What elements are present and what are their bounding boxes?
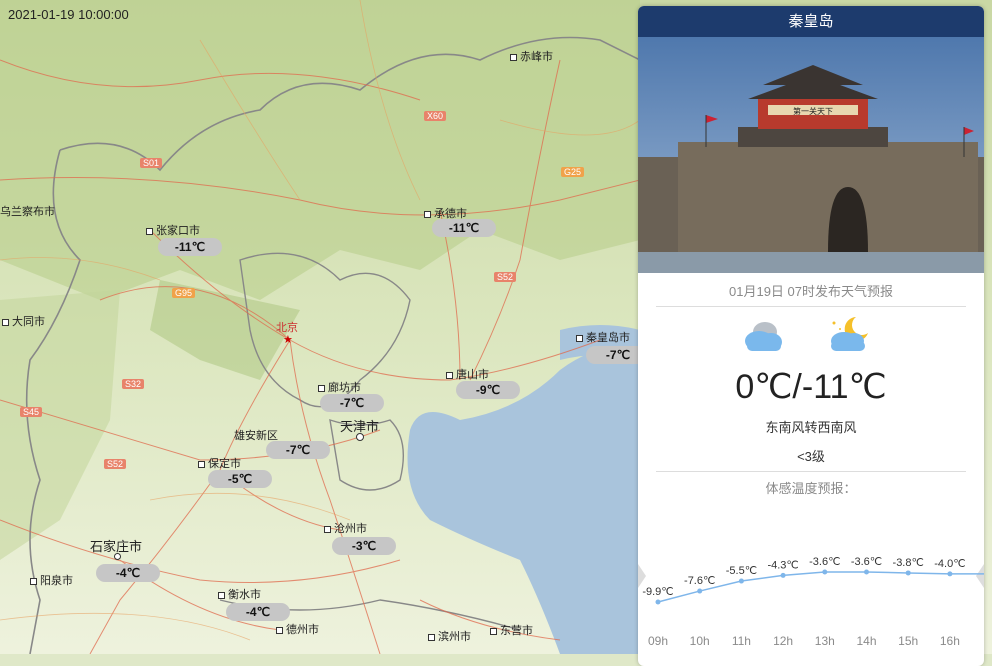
road-shield: S52 [104, 459, 127, 469]
road-shield: G95 [172, 288, 196, 298]
forecast-issue-time: 01月19日 07时发布天气预报 [729, 284, 893, 299]
feels-like-chart: -9.9℃ 09h -7.6℃ 10h -5.5℃ 11h -4.3℃ 12h -3.6℃ 13h… [638, 556, 984, 648]
feels-like-value-label: -4.0℃ [934, 558, 965, 570]
feels-like-title: 体感温度预报： [765, 481, 857, 496]
feels-like-point[interactable] [780, 572, 786, 578]
temperature-badge[interactable]: -7℃ [266, 441, 330, 459]
hour-tick-label: 15h [898, 634, 918, 648]
city-dot-icon [490, 627, 497, 635]
city-marker[interactable]: 唐山市 [446, 366, 489, 382]
road-shield: S32 [122, 379, 145, 389]
city-photo: 第一关天下 [638, 37, 984, 273]
hour-tick-label: 11h [732, 634, 751, 648]
feels-like-value-label: -3.8℃ [893, 557, 924, 569]
temperature-badge[interactable]: -4℃ [226, 603, 290, 621]
hour-tick-label: 16h [940, 634, 960, 648]
city-marker[interactable]: 滨州市 [428, 628, 471, 644]
city-dot-icon [218, 591, 225, 599]
city-marker[interactable]: 赤峰市 [510, 48, 553, 64]
road-shield: G25 [561, 167, 585, 177]
hour-tick-label: 12h [773, 634, 793, 648]
city-marker[interactable]: 廊坊市 [318, 379, 361, 395]
city-dot-icon [446, 371, 453, 379]
capital-dot-icon [114, 553, 121, 560]
temperature-badge[interactable]: -7℃ [320, 394, 384, 412]
feels-like-point[interactable] [697, 588, 703, 594]
feels-like-point[interactable] [822, 569, 828, 575]
road-shield: X60 [424, 111, 447, 121]
city-dot-icon [276, 626, 283, 634]
city-dot-icon [576, 334, 583, 342]
temperature-badge[interactable]: -3℃ [332, 537, 396, 555]
city-marker[interactable]: 阳泉市 [30, 572, 73, 588]
city-dot-icon [510, 53, 517, 61]
temperature-badge[interactable]: -4℃ [96, 564, 160, 582]
road-shield: S52 [494, 272, 517, 282]
city-dot-icon [424, 210, 431, 218]
feels-like-value-label: -7.6℃ [684, 575, 715, 587]
road-shield: S01 [140, 158, 163, 168]
daily-temperature-range: 0℃/-11℃ [735, 368, 887, 406]
temperature-badge[interactable]: -5℃ [208, 470, 272, 488]
city-dot-icon [30, 577, 37, 585]
panel-title: 秦皇岛 [638, 6, 984, 37]
feels-like-value-label: -5.5℃ [726, 565, 757, 577]
city-marker[interactable]: 东营市 [490, 622, 533, 638]
map-timestamp: 2021-01-19 10:00:00 [8, 7, 129, 22]
city-marker[interactable]: 秦皇岛市 [576, 329, 630, 345]
weather-icons [638, 313, 984, 369]
capital-dot-icon [356, 433, 364, 441]
city-marker[interactable]: 沧州市 [324, 520, 367, 536]
temperature-badge[interactable]: -11℃ [432, 219, 496, 237]
photo-sign: 第一关天下 [793, 106, 833, 116]
hour-tick-label: 14h [856, 634, 876, 648]
feels-like-point[interactable] [864, 569, 869, 575]
feels-like-value-label: -3.6℃ [851, 556, 882, 568]
feels-like-value-label: -4.3℃ [767, 559, 798, 571]
feels-like-value-label: -9.9℃ [642, 586, 673, 598]
city-dot-icon [324, 525, 331, 533]
temperature-badge[interactable]: -9℃ [456, 381, 520, 399]
partly-cloudy-night-icon [831, 317, 868, 351]
feels-like-point[interactable] [905, 570, 911, 576]
feels-like-point[interactable] [738, 578, 744, 584]
city-dot-icon [198, 460, 205, 468]
cloudy-icon [745, 322, 782, 351]
divider [656, 306, 966, 307]
wind-level: <3级 [797, 449, 825, 464]
feels-like-point[interactable] [947, 571, 953, 577]
city-marker[interactable]: 德州市 [276, 621, 319, 637]
hour-tick-label: 09h [648, 634, 668, 648]
road-shield: S45 [20, 407, 43, 417]
city-marker[interactable]: 保定市 [198, 455, 241, 471]
city-weather-panel: 秦皇岛 第一关天下 01月19日 07时发布天气预报 0℃/-11℃ 东南风转西… [638, 6, 984, 666]
feels-like-value-label: -3.6℃ [809, 556, 840, 568]
divider [656, 471, 966, 472]
hour-tick-label: 10h [690, 634, 710, 648]
temperature-badge[interactable]: -11℃ [158, 238, 222, 256]
city-marker[interactable]: 大同市 [2, 313, 45, 329]
city-marker[interactable]: 乌兰察布市 [0, 203, 55, 219]
city-dot-icon [318, 384, 325, 392]
city-dot-icon [2, 318, 9, 326]
hour-tick-label: 13h [815, 634, 835, 648]
scroll-left-icon[interactable] [638, 564, 646, 588]
city-marker[interactable]: 衡水市 [218, 586, 261, 602]
city-dot-icon [146, 227, 153, 235]
capital-star-icon: ★ [283, 333, 293, 346]
feels-like-point[interactable] [655, 599, 661, 605]
city-dot-icon [428, 633, 435, 641]
city-marker[interactable]: 张家口市 [146, 222, 200, 238]
wind-direction: 东南风转西南风 [765, 420, 857, 435]
scroll-right-icon[interactable] [976, 564, 984, 588]
